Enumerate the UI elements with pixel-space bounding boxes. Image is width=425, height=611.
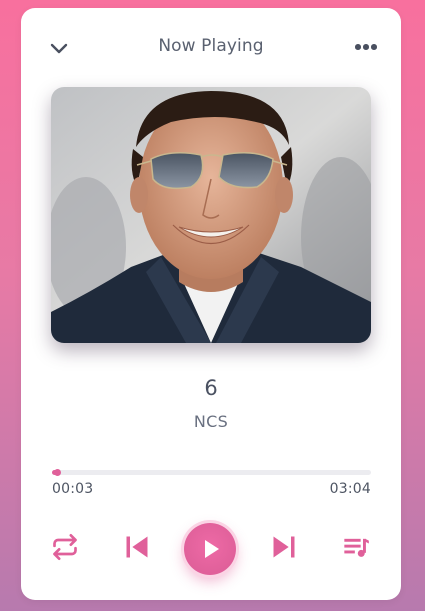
play-icon	[205, 540, 219, 558]
player-header: Now Playing	[21, 8, 401, 86]
track-artist: NCS	[193, 412, 229, 431]
current-time: 00:03	[52, 481, 94, 497]
progress-bar[interactable]	[52, 469, 371, 476]
album-art	[51, 87, 371, 343]
skip-next-icon[interactable]	[270, 533, 298, 561]
more-options-icon[interactable]	[355, 44, 377, 50]
player-card: Now Playing 6 NCS 00:03 03:04	[21, 8, 401, 600]
skip-previous-icon[interactable]	[123, 533, 151, 561]
play-button[interactable]	[184, 523, 236, 575]
playlist-icon[interactable]	[342, 533, 370, 561]
duration-time: 03:04	[329, 481, 371, 497]
page-title: Now Playing	[158, 36, 264, 56]
progress-thumb[interactable]	[54, 469, 62, 476]
track-title: 6	[204, 376, 218, 400]
repeat-icon[interactable]	[51, 533, 79, 561]
playback-controls	[21, 513, 401, 577]
